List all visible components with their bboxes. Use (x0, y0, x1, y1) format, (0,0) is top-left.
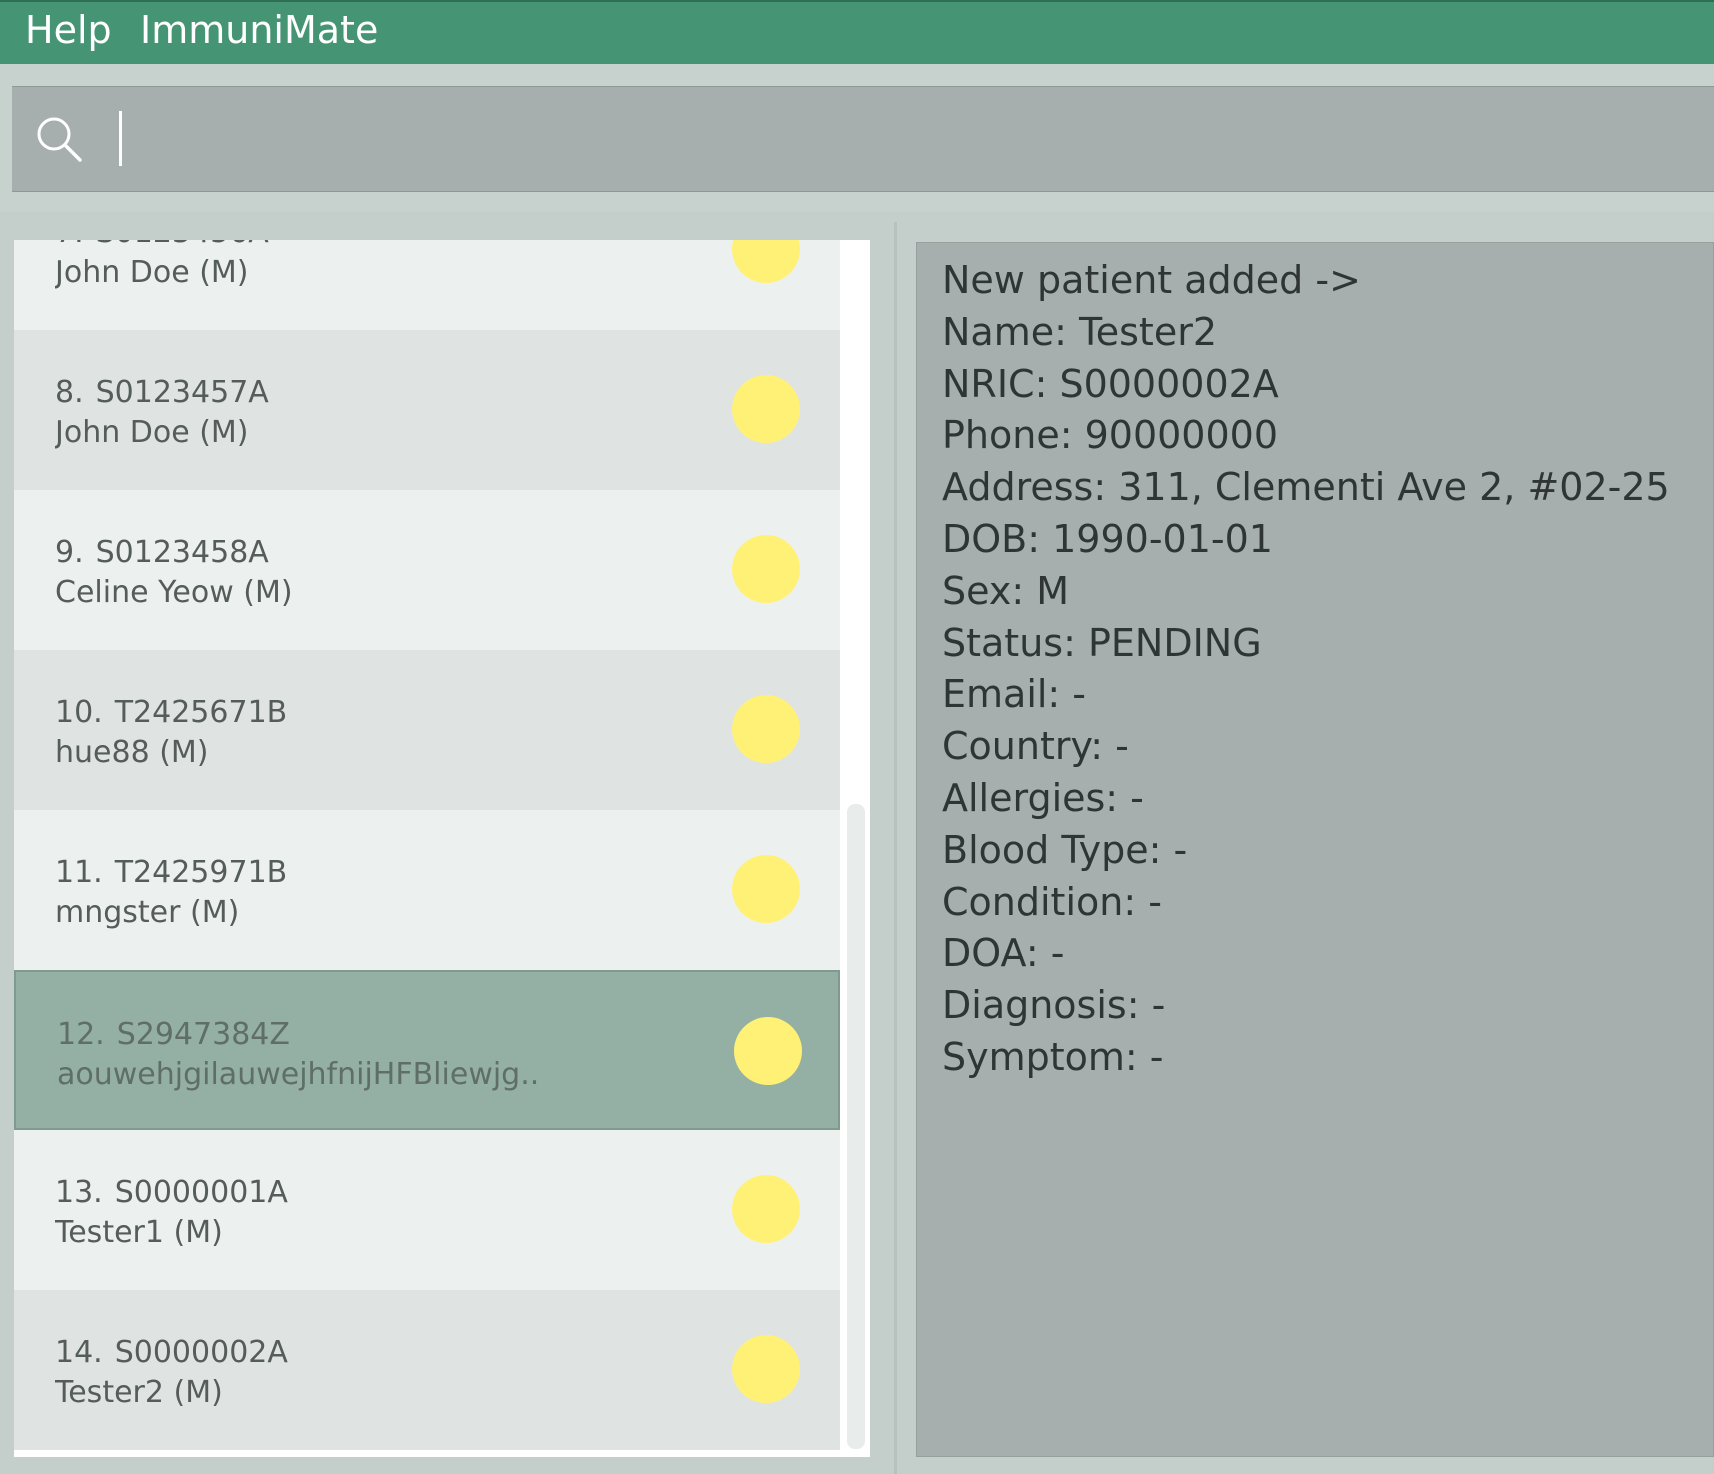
result-line: Allergies: - (942, 776, 1144, 820)
patient-nric: S2947384Z (116, 1017, 290, 1052)
patient-list[interactable]: 7. S0123456A John Doe (M) 8. S0123457A John D… (14, 240, 870, 1457)
status-indicator (732, 695, 800, 763)
result-line: New patient added -> (942, 258, 1361, 302)
result-line: Condition: - (942, 879, 1162, 924)
patient-index-nric: 9. S0123458A (55, 535, 269, 570)
patient-index-nric: 14. S0000002A (55, 1335, 288, 1370)
patient-nric: S0123458A (95, 535, 269, 570)
patient-index: 9. (55, 535, 84, 570)
text-caret (119, 111, 122, 166)
app-menu[interactable]: ImmuniMate (140, 8, 378, 52)
patient-card[interactable]: 9. S0123458A Celine Yeow (M) (14, 490, 840, 650)
patient-name: hue88 (M) (55, 735, 209, 770)
patient-index: 12. (57, 1017, 105, 1052)
patient-index: 7. (55, 240, 84, 250)
patient-index: 11. (55, 855, 103, 890)
result-line: Sex: M (942, 568, 1069, 613)
result-line: Blood Type: - (942, 827, 1188, 872)
patient-index: 13. (55, 1175, 103, 1210)
patient-name: mngster (M) (55, 895, 240, 930)
result-line: DOB: 1990-01-01 (942, 517, 1273, 561)
patient-name: Tester2 (M) (55, 1375, 223, 1410)
result-line: Address: 311, Clementi Ave 2, #02-25 (942, 465, 1670, 510)
result-line: Symptom: - (942, 1035, 1164, 1079)
result-line: Phone: 90000000 (942, 413, 1279, 458)
status-indicator (732, 855, 800, 923)
patient-card[interactable]: 10. T2425671B hue88 (M) (14, 650, 840, 810)
patient-nric: S0123456A (96, 240, 269, 250)
help-menu[interactable]: Help (25, 8, 112, 52)
patient-card[interactable]: 12. S2947384Z aouwehjgilauwejhfnijHFBliewj… (14, 970, 840, 1130)
patient-index-nric: 13. S0000001A (55, 1175, 288, 1210)
patient-name: John Doe (M) (55, 255, 249, 290)
patient-card[interactable]: 11. T2425971B mngster (M) (14, 810, 840, 970)
status-indicator (734, 1017, 802, 1085)
result-line: Status: PENDING (942, 620, 1262, 665)
command-input[interactable] (12, 86, 1714, 192)
status-indicator (732, 1175, 800, 1243)
patient-card[interactable]: 14. S0000002A Tester2 (M) (14, 1290, 840, 1450)
patient-nric: T2425671B (114, 695, 288, 730)
result-line: Country: - (942, 724, 1129, 769)
patient-card[interactable]: 7. S0123456A John Doe (M) (14, 240, 840, 330)
patient-index: 8. (55, 375, 84, 410)
result-line: NRIC: S0000002A (942, 361, 1279, 406)
status-indicator (732, 240, 800, 283)
patient-name: Celine Yeow (M) (55, 575, 293, 610)
patient-card[interactable]: 13. S0000001A Tester1 (M) (14, 1130, 840, 1290)
status-indicator (732, 1335, 800, 1403)
patient-index-nric: 8. S0123457A (55, 375, 269, 410)
status-indicator (732, 375, 800, 443)
patient-index-nric: 7. S0123456A (55, 240, 269, 250)
patient-name: John Doe (M) (55, 415, 249, 450)
result-line: Diagnosis: - (942, 983, 1166, 1028)
result-line: DOA: - (942, 931, 1065, 976)
list-scrollbar-thumb[interactable] (847, 804, 865, 1449)
patient-index: 14. (55, 1335, 103, 1370)
status-indicator (732, 535, 800, 603)
patient-index: 10. (55, 695, 103, 730)
patient-card[interactable]: 8. S0123457A John Doe (M) (14, 330, 840, 490)
result-line: Email: - (942, 672, 1087, 717)
patient-nric: S0123457A (95, 375, 269, 410)
patient-nric: S0000001A (114, 1175, 288, 1210)
patient-name: aouwehjgilauwejhfnijHFBliewjg... (57, 1057, 537, 1092)
panel-divider[interactable] (894, 222, 897, 1474)
search-icon (37, 117, 82, 162)
patient-nric: T2425971B (114, 855, 288, 890)
patient-index-nric: 12. S2947384Z (57, 1017, 290, 1052)
patient-index-nric: 10. T2425671B (55, 695, 287, 730)
patient-index-nric: 11. T2425971B (55, 855, 287, 890)
patient-nric: S0000002A (114, 1335, 288, 1370)
result-line: Name: Tester2 (942, 309, 1217, 354)
patient-name: Tester1 (M) (55, 1215, 223, 1250)
